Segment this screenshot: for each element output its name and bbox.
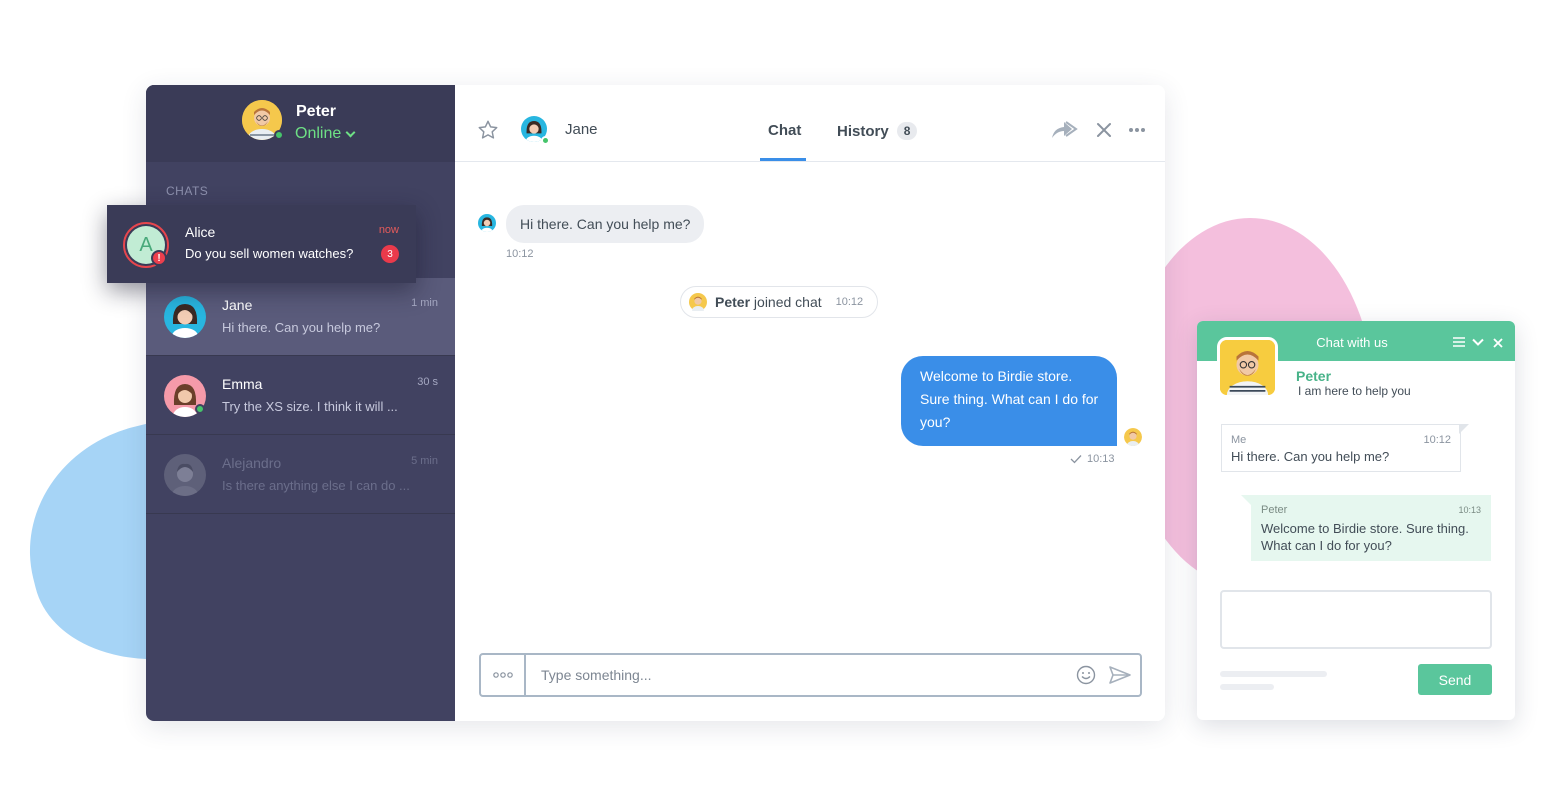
conversation-panel: Jane Chat History 8 Hi there. Can you he… bbox=[455, 85, 1165, 721]
tab-history-label: History bbox=[837, 122, 889, 140]
chat-preview: Try the XS size. I think it will ... bbox=[222, 399, 398, 414]
widget-agent-message: Peter 10:13 Welcome to Birdie store. Sur… bbox=[1251, 495, 1491, 561]
tab-history[interactable]: History 8 bbox=[837, 122, 918, 140]
message-input[interactable] bbox=[541, 655, 1061, 695]
agent-mini-avatar bbox=[689, 293, 707, 311]
chat-preview: Is there anything else I can do ... bbox=[222, 478, 410, 493]
system-event-action: joined chat bbox=[753, 294, 822, 310]
jane-avatar bbox=[164, 296, 206, 338]
minimize-icon[interactable] bbox=[1472, 338, 1484, 346]
chat-name: Jane bbox=[222, 297, 253, 313]
message-line: What can I do for you? bbox=[1261, 538, 1392, 553]
message-composer bbox=[479, 653, 1142, 697]
close-icon[interactable] bbox=[1493, 338, 1503, 348]
history-count-badge: 8 bbox=[896, 122, 918, 140]
placeholder-bar bbox=[1220, 671, 1327, 677]
message-text: Welcome to Birdie store. Sure thing. Wha… bbox=[1261, 520, 1469, 554]
chat-list-item-alice[interactable]: A ! Alice Do you sell women watches? now… bbox=[107, 205, 416, 283]
more-dots-icon bbox=[492, 672, 513, 678]
chat-time: 30 s bbox=[417, 376, 438, 388]
outgoing-message-bubble: Welcome to Birdie store. Sure thing. Wha… bbox=[901, 356, 1117, 446]
chat-preview: Hi there. Can you help me? bbox=[222, 320, 381, 335]
contact-online-dot bbox=[541, 136, 550, 145]
system-event-pill: Peter joined chat 10:12 bbox=[680, 286, 879, 318]
transfer-icon[interactable] bbox=[1050, 120, 1078, 140]
tab-chat[interactable]: Chat bbox=[768, 122, 801, 139]
bubble-tail bbox=[1459, 424, 1469, 434]
chat-name: Alice bbox=[185, 224, 216, 240]
chat-widget: Chat with us Peter I am here to help you… bbox=[1197, 321, 1515, 720]
status-dropdown[interactable]: Online bbox=[295, 125, 356, 143]
more-options-icon[interactable] bbox=[1128, 127, 1146, 133]
message-line: Welcome to Birdie store. Sure thing. bbox=[1261, 521, 1469, 536]
canned-responses-button[interactable] bbox=[481, 655, 526, 695]
sidebar: Peter Online CHATS Jane Hi there. Can yo… bbox=[146, 85, 455, 721]
widget-visitor-message: Me 10:12 Hi there. Can you help me? bbox=[1221, 424, 1461, 472]
widget-agent-avatar bbox=[1217, 337, 1278, 398]
incoming-message-bubble: Hi there. Can you help me? bbox=[506, 205, 705, 243]
conversation-header: Jane Chat History 8 bbox=[455, 85, 1165, 162]
widget-agent-subtitle: I am here to help you bbox=[1298, 384, 1411, 398]
chat-name: Alejandro bbox=[222, 455, 282, 471]
message-time: 10:13 bbox=[1458, 505, 1481, 515]
message-timestamp: 10:12 bbox=[506, 248, 534, 260]
message-read-status: 10:13 bbox=[1070, 453, 1115, 465]
active-tab-indicator bbox=[760, 158, 806, 161]
chat-time: now bbox=[378, 224, 399, 236]
agent-message-avatar bbox=[1124, 428, 1142, 446]
message-sender: Peter bbox=[1261, 504, 1288, 516]
agent-app-window: Peter Online CHATS Jane Hi there. Can yo… bbox=[146, 85, 1165, 721]
contact-name: Jane bbox=[565, 121, 598, 138]
message-sender: Me bbox=[1231, 434, 1247, 446]
chat-list-item-alejandro[interactable]: Alejandro Is there anything else I can d… bbox=[146, 436, 455, 514]
status-label: Online bbox=[295, 125, 342, 142]
emoji-icon[interactable] bbox=[1076, 665, 1096, 685]
widget-message-input[interactable] bbox=[1220, 590, 1492, 649]
message-sender-avatar bbox=[478, 214, 496, 232]
agent-profile: Peter Online bbox=[146, 85, 455, 162]
send-button[interactable]: Send bbox=[1418, 664, 1492, 695]
chat-channel-icon bbox=[195, 404, 205, 414]
chevron-down-icon bbox=[345, 127, 356, 137]
chat-name: Emma bbox=[222, 376, 263, 392]
message-text: Hi there. Can you help me? bbox=[1231, 449, 1390, 464]
alejandro-avatar bbox=[164, 454, 206, 496]
online-status-dot bbox=[274, 130, 284, 140]
checkmark-icon bbox=[1070, 455, 1082, 464]
placeholder-bar bbox=[1220, 684, 1274, 690]
chat-list-item-emma[interactable]: Emma Try the XS size. I think it will ..… bbox=[146, 357, 455, 435]
alert-icon: ! bbox=[151, 250, 167, 266]
system-event-actor: Peter bbox=[715, 294, 751, 310]
message-time: 10:12 bbox=[1423, 434, 1451, 446]
message-timestamp: 10:13 bbox=[1087, 453, 1115, 465]
send-icon[interactable] bbox=[1109, 666, 1131, 684]
chat-preview: Do you sell women watches? bbox=[185, 246, 354, 261]
widget-agent-name: Peter bbox=[1296, 368, 1332, 384]
chat-time: 5 min bbox=[411, 455, 438, 467]
chats-section-label: CHATS bbox=[166, 184, 209, 198]
close-icon[interactable] bbox=[1096, 122, 1112, 138]
system-event-time: 10:12 bbox=[835, 296, 864, 308]
agent-name: Peter bbox=[296, 103, 337, 120]
system-event-text: Peter joined chat bbox=[715, 294, 822, 310]
bubble-tail bbox=[1241, 495, 1251, 505]
chat-list-item-jane[interactable]: Jane Hi there. Can you help me? 1 min bbox=[146, 278, 455, 356]
unread-count-badge: 3 bbox=[381, 245, 399, 263]
star-icon[interactable] bbox=[477, 119, 499, 141]
chat-time: 1 min bbox=[411, 297, 438, 309]
menu-icon[interactable] bbox=[1453, 337, 1465, 347]
